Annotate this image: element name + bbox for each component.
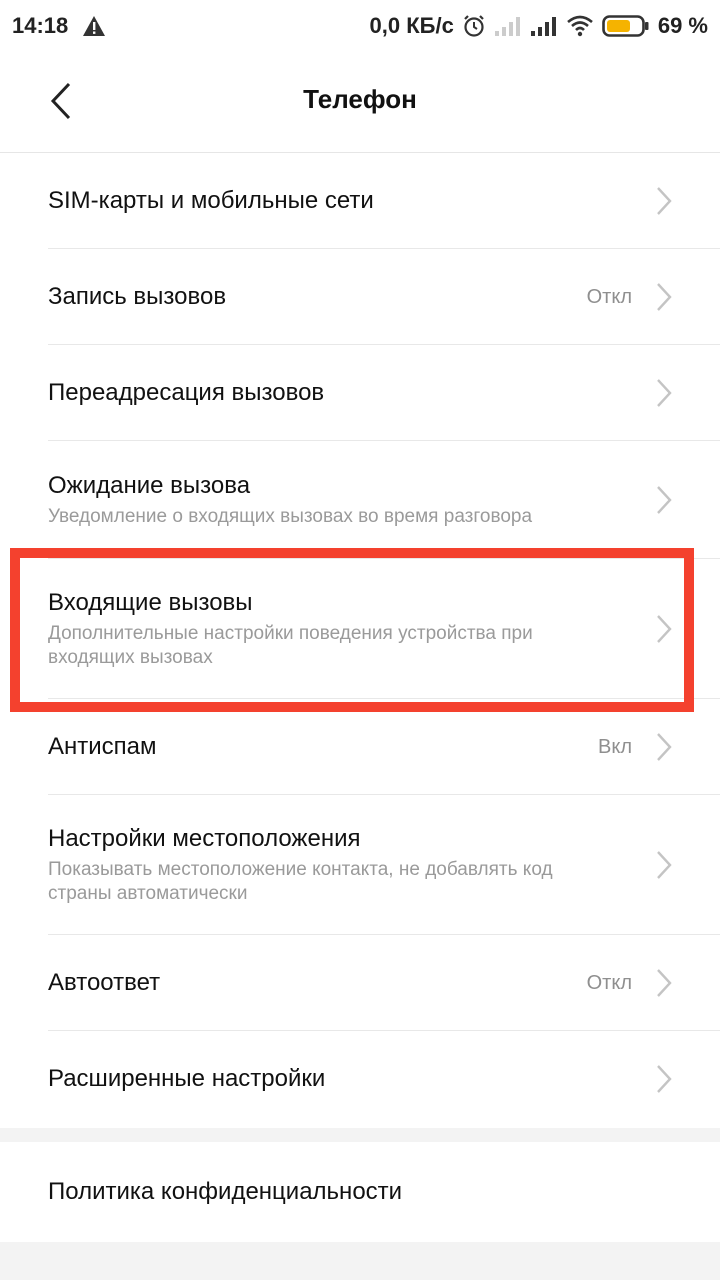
chevron-right-icon bbox=[652, 375, 676, 411]
item-label: Входящие вызовы bbox=[48, 589, 253, 616]
signal-weak-icon bbox=[494, 15, 522, 37]
wifi-icon bbox=[566, 15, 594, 37]
warning-icon bbox=[82, 15, 106, 37]
sim-cards-item[interactable]: SIM-карты и мобильные сети bbox=[0, 153, 720, 249]
chevron-right-icon bbox=[652, 847, 676, 883]
chevron-right-icon bbox=[652, 729, 676, 765]
item-label: SIM-карты и мобильные сети bbox=[48, 187, 374, 214]
chevron-right-icon bbox=[652, 611, 676, 647]
alarm-icon bbox=[462, 14, 486, 38]
battery-percent: 69 % bbox=[657, 13, 708, 38]
chevron-right-icon bbox=[652, 183, 676, 219]
item-subtitle: Дополнительные настройки поведения устро… bbox=[48, 623, 533, 668]
advanced-settings-item[interactable]: Расширенные настройки bbox=[0, 1031, 720, 1127]
location-settings-item[interactable]: Настройки местоположения Показывать мест… bbox=[0, 795, 720, 935]
item-label: Расширенные настройки bbox=[48, 1065, 326, 1092]
page-title: Телефон bbox=[303, 84, 417, 114]
item-label: Антиспам bbox=[48, 733, 157, 760]
section-separator bbox=[0, 1128, 720, 1142]
status-time: 14:18 bbox=[12, 13, 69, 38]
item-label: Настройки местоположения bbox=[48, 825, 361, 852]
battery-icon bbox=[602, 14, 650, 38]
app-header: Телефон bbox=[0, 52, 720, 152]
call-forwarding-item[interactable]: Переадресация вызовов bbox=[0, 345, 720, 441]
item-value: Вкл bbox=[598, 735, 632, 758]
chevron-right-icon bbox=[652, 279, 676, 315]
auto-answer-item[interactable]: Автоответ Откл bbox=[0, 935, 720, 1031]
incoming-calls-item[interactable]: Входящие вызовы Дополнительные настройки… bbox=[0, 559, 720, 699]
settings-list: SIM-карты и мобильные сети Запись вызово… bbox=[0, 153, 720, 1127]
item-subtitle: Показывать местоположение контакта, не д… bbox=[48, 859, 553, 904]
item-label: Переадресация вызовов bbox=[48, 379, 325, 406]
chevron-right-icon bbox=[652, 1061, 676, 1097]
item-value: Откл bbox=[586, 971, 632, 994]
item-label: Ожидание вызова bbox=[48, 472, 251, 499]
item-subtitle: Уведомление о входящих вызовах во время … bbox=[48, 506, 533, 527]
item-value: Откл bbox=[586, 285, 632, 308]
item-label: Запись вызовов bbox=[48, 283, 227, 310]
call-recording-item[interactable]: Запись вызовов Откл bbox=[0, 249, 720, 345]
bottom-background bbox=[0, 1242, 720, 1280]
item-label: Политика конфиденциальности bbox=[48, 1178, 403, 1205]
antispam-item[interactable]: Антиспам Вкл bbox=[0, 699, 720, 795]
chevron-right-icon bbox=[652, 965, 676, 1001]
signal-icon bbox=[530, 15, 558, 37]
status-bar: 14:18 0,0 КБ/с 69 % bbox=[0, 0, 720, 52]
item-label: Автоответ bbox=[48, 969, 161, 996]
privacy-policy-item[interactable]: Политика конфиденциальности bbox=[0, 1142, 720, 1242]
call-waiting-item[interactable]: Ожидание вызова Уведомление о входящих в… bbox=[0, 441, 720, 559]
network-speed: 0,0 КБ/с bbox=[369, 13, 454, 38]
chevron-right-icon bbox=[652, 482, 676, 518]
